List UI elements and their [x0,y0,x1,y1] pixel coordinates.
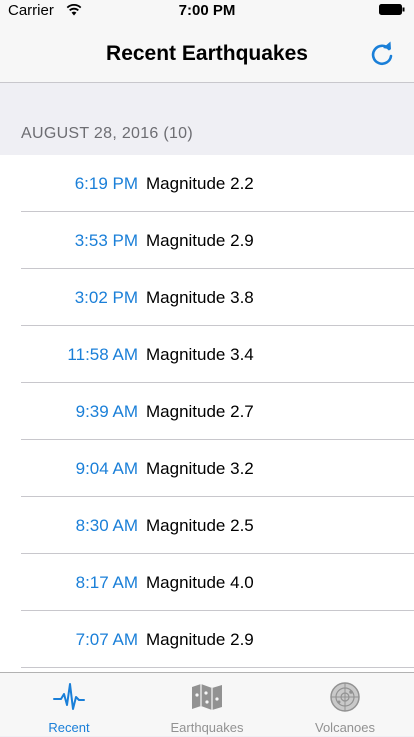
status-time: 7:00 PM [178,2,236,19]
tab-volcanoes[interactable]: Volcanoes [276,673,414,737]
quake-time: 3:02 PM [74,288,138,307]
quake-magnitude: Magnitude 2.5 [146,516,254,535]
list-item[interactable]: 8:30 AM Magnitude 2.5 [0,497,414,554]
quake-magnitude: Magnitude 4.0 [146,573,254,592]
tab-recent[interactable]: Recent [0,673,138,737]
list-item[interactable]: 3:53 PM Magnitude 2.9 [0,212,414,269]
tab-bar: Recent Earthquakes Volcanoes [0,672,414,736]
quake-magnitude: Magnitude 2.2 [146,174,254,193]
tab-label: Recent [48,720,90,735]
quake-magnitude: Magnitude 3.8 [146,288,254,307]
quake-time: 6:19 PM [74,174,138,193]
quake-magnitude: Magnitude 2.9 [146,231,254,250]
quake-magnitude: Magnitude 3.2 [146,459,254,478]
list-item[interactable]: 9:04 AM Magnitude 3.2 [0,440,414,497]
map-icon [192,684,222,710]
quake-time: 9:39 AM [75,402,138,421]
refresh-icon[interactable] [368,40,396,68]
pulse-icon [53,683,85,710]
list-item[interactable]: 7:07 AM Magnitude 2.9 [0,611,414,668]
battery-icon [379,4,405,15]
section-header: AUGUST 28, 2016 (10) [21,125,194,142]
list-item[interactable]: 6:19 PM Magnitude 2.2 [0,155,414,212]
tab-earthquakes[interactable]: Earthquakes [138,673,276,737]
quake-magnitude: Magnitude 2.9 [146,630,254,649]
quake-time: 8:30 AM [75,516,138,535]
quake-time: 9:04 AM [75,459,138,478]
status-bar: Carrier 7:00 PM [0,0,414,20]
quake-magnitude: Magnitude 2.7 [146,402,254,421]
quake-magnitude: Magnitude 3.4 [146,345,254,364]
quake-time: 3:53 PM [74,231,138,250]
navigation-bar: Recent Earthquakes [0,20,414,83]
list-item[interactable]: 11:58 AM Magnitude 3.4 [0,326,414,383]
list-item[interactable]: 9:39 AM Magnitude 2.7 [0,383,414,440]
quake-time: 7:07 AM [75,630,138,649]
page-title: Recent Earthquakes [106,42,308,65]
tab-label: Volcanoes [315,720,375,735]
radar-icon [330,682,360,712]
list-item[interactable]: 3:02 PM Magnitude 3.8 [0,269,414,326]
list-item[interactable]: 8:17 AM Magnitude 4.0 [0,554,414,611]
tab-label: Earthquakes [170,720,244,735]
quake-time: 8:17 AM [75,573,138,592]
quake-time: 11:58 AM [67,345,138,364]
earthquake-list: 6:19 PM Magnitude 2.2 3:53 PM Magnitude … [0,155,414,672]
